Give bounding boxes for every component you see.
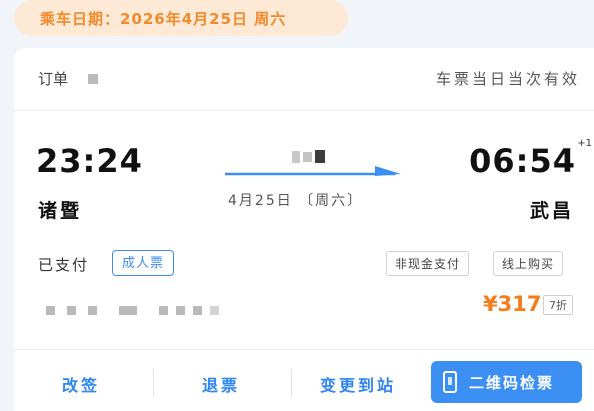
order-label: 订单 [38,70,69,88]
online-purchase-tag: 线上购买 [493,251,564,276]
departure-time: 23:24 [36,142,143,180]
train-number-redacted [292,146,328,165]
journey-date: 4月25日 〔周六〕 [228,193,364,209]
change-ticket-button[interactable]: 改签 [62,372,100,396]
arrival-station: 武昌 [529,200,574,222]
passenger-info-redacted [46,300,219,319]
travel-date-banner: 乘车日期：2026年4月25日 周六 [14,0,348,36]
non-cash-payment-tag: 非现金支付 [386,251,470,276]
departure-station: 诸暨 [38,200,83,222]
order-number-redacted [88,74,98,84]
change-destination-button[interactable]: 变更到站 [320,372,396,396]
next-day-badge: +1 [577,138,592,149]
ticket-card: 订单 车票当日当次有效 23:24 诸暨 4月25日 〔周六〕 06:54 +1… [14,48,594,411]
phone-icon [443,371,457,393]
arrival-time: 06:54 [469,142,576,180]
order-row: 订单 车票当日当次有效 [14,48,594,111]
validity-note: 车票当日当次有效 [435,70,580,88]
qr-checkin-button[interactable]: 二维码检票 [431,361,582,403]
refund-ticket-button[interactable]: 退票 [202,372,240,396]
ticket-price: ¥317 [483,292,542,316]
action-bar: 改签 退票 变更到站 二维码检票 [14,349,594,411]
divider [291,369,292,397]
ticket-type-badge: 成人票 [112,250,175,276]
discount-badge: 7折 [543,295,573,315]
payment-status: 已支付 [38,256,90,274]
qr-checkin-label: 二维码检票 [469,373,555,392]
divider [153,369,154,397]
right-arrow-icon [225,166,401,176]
